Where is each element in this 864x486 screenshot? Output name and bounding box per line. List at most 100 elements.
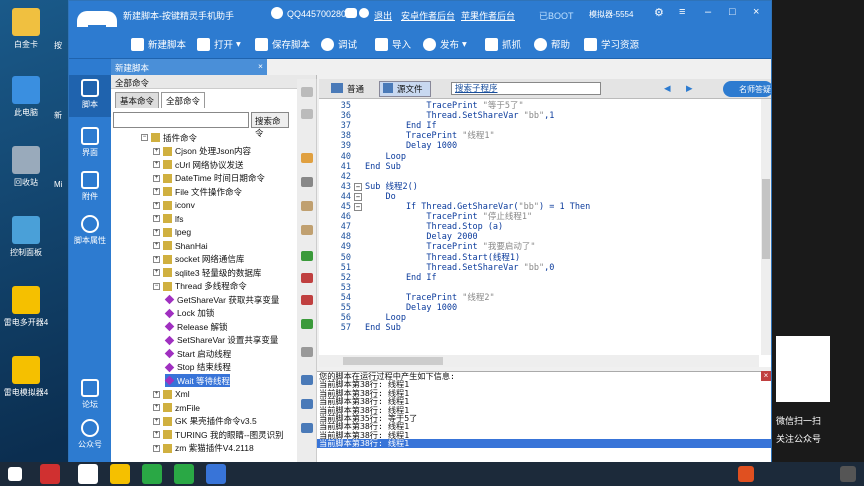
qq-number[interactable]: QQ445700280 bbox=[287, 9, 346, 19]
tree-node[interactable]: Release 解锁 bbox=[164, 320, 228, 333]
open-button[interactable]: 打开 ▾ bbox=[197, 35, 241, 53]
notification-icon[interactable] bbox=[840, 466, 856, 482]
arrow-up-icon[interactable] bbox=[301, 87, 313, 97]
indent-icon[interactable] bbox=[301, 295, 313, 305]
fold-toggle-icon[interactable]: − bbox=[354, 203, 362, 211]
desktop-icon-recycle-bin[interactable]: 回收站 bbox=[2, 142, 50, 204]
apple-author-backend-link[interactable]: 苹果作者后台 bbox=[461, 9, 515, 22]
arrow-right-icon[interactable]: ▶ bbox=[686, 83, 693, 94]
expand-toggle-icon[interactable]: − bbox=[153, 282, 160, 290]
anjian-icon[interactable] bbox=[206, 464, 226, 484]
tree-node[interactable]: + iconv bbox=[153, 199, 195, 212]
tree-node[interactable]: SetShareVar 设置共享变量 bbox=[164, 334, 278, 347]
tree-node[interactable]: GetShareVar 获取共享变量 bbox=[164, 293, 279, 306]
sidebar-item-ui[interactable]: 界面 bbox=[69, 123, 111, 165]
tree-node[interactable]: + cUrl 网络协议发送 bbox=[153, 158, 243, 171]
expand-toggle-icon[interactable]: + bbox=[153, 242, 160, 249]
desktop-icon-leidian-emulator[interactable]: 雷电模拟器4 bbox=[2, 352, 50, 414]
fold-toggle-icon[interactable]: − bbox=[354, 192, 362, 201]
expand-toggle-icon[interactable]: + bbox=[153, 444, 160, 452]
debug-button[interactable]: 调试 bbox=[321, 35, 357, 53]
expand-toggle-icon[interactable]: + bbox=[153, 174, 160, 182]
tree-node[interactable]: + zm 紫猫插件V4.2118 bbox=[153, 442, 254, 455]
tree-node[interactable]: + lfs bbox=[153, 212, 184, 225]
go-icon[interactable] bbox=[301, 375, 313, 385]
tool-icon[interactable] bbox=[301, 399, 313, 409]
arrow-left-icon[interactable]: ◀ bbox=[664, 83, 671, 94]
search-command-button[interactable]: 搜索命令 bbox=[251, 112, 289, 138]
menu-icon[interactable]: ≡ bbox=[679, 6, 685, 18]
sidebar-item-attachment[interactable]: 附件 bbox=[69, 167, 111, 209]
save-script-button[interactable]: 保存脚本 bbox=[255, 35, 310, 53]
green-app-icon[interactable] bbox=[174, 464, 194, 484]
fold-toggle-icon[interactable]: − bbox=[354, 182, 362, 191]
tree-node[interactable]: + TURING 我的眼睛--图灵识别 bbox=[153, 428, 284, 441]
maximize-icon[interactable]: □ bbox=[729, 6, 736, 18]
tree-node[interactable]: + sqlite3 轻量级的数据库 bbox=[153, 266, 261, 279]
sidebar-item-script[interactable]: 脚本 bbox=[69, 75, 111, 117]
expand-toggle-icon[interactable]: + bbox=[153, 269, 160, 276]
expand-toggle-icon[interactable]: + bbox=[153, 147, 160, 155]
tree-node[interactable]: + GK 果壳插件命令v3.5 bbox=[153, 415, 257, 428]
hand-icon[interactable] bbox=[301, 153, 313, 163]
output-close-icon[interactable]: × bbox=[761, 371, 771, 381]
expand-toggle-icon[interactable]: + bbox=[153, 188, 160, 195]
code-area[interactable]: 35 TracePrint "等于5了" 36 Thread.SetShareVa… bbox=[319, 99, 759, 355]
desktop-icon-this-pc[interactable]: 此电脑 bbox=[2, 72, 50, 134]
logout-link[interactable]: 退出 bbox=[374, 9, 392, 22]
copy-icon[interactable] bbox=[301, 201, 313, 211]
editor-vscroll[interactable] bbox=[761, 99, 771, 355]
tree-node[interactable]: + DateTime 时间日期命令 bbox=[153, 172, 265, 185]
refresh-icon[interactable] bbox=[301, 319, 313, 329]
expand-toggle-icon[interactable]: + bbox=[153, 228, 160, 236]
desktop-icon-leidian-multi[interactable]: 雷电多开器4 bbox=[2, 282, 50, 344]
expand-toggle-icon[interactable]: + bbox=[153, 404, 160, 411]
close-tab-icon[interactable]: × bbox=[258, 61, 263, 71]
tree-node[interactable]: Stop 结束线程 bbox=[164, 361, 231, 374]
expand-toggle-icon[interactable]: + bbox=[153, 161, 160, 168]
learning-resources-button[interactable]: 学习资源 bbox=[584, 35, 639, 53]
camtasia-icon[interactable] bbox=[142, 464, 162, 484]
minimize-icon[interactable]: – bbox=[705, 6, 711, 18]
app-icon[interactable] bbox=[78, 464, 98, 484]
desktop-icon-baijinka[interactable]: 白金卡 bbox=[2, 4, 50, 66]
editor-hscroll[interactable] bbox=[319, 355, 759, 367]
tab-source[interactable]: 源文件 bbox=[397, 83, 423, 95]
close-icon[interactable]: × bbox=[753, 6, 759, 18]
simulator-select[interactable]: 模拟器-5554 bbox=[589, 9, 633, 20]
expand-toggle-icon[interactable]: + bbox=[153, 201, 160, 209]
doc-tab[interactable]: 新建脚本 × bbox=[111, 59, 267, 75]
tab-normal[interactable]: 普通 bbox=[347, 83, 364, 95]
expand-toggle-icon[interactable]: + bbox=[153, 215, 160, 222]
tree-node[interactable]: + ShanHai bbox=[153, 239, 208, 252]
sidebar-item-account[interactable]: 公众号 bbox=[69, 415, 111, 457]
expand-toggle-icon[interactable]: + bbox=[153, 390, 160, 398]
new-script-button[interactable]: 新建脚本 bbox=[131, 35, 186, 53]
expand-toggle-icon[interactable]: + bbox=[153, 255, 160, 263]
tab-basic-commands[interactable]: 基本命令 bbox=[115, 92, 160, 108]
skin-icon[interactable]: ⚙ bbox=[654, 6, 664, 19]
subroutine-dropdown[interactable]: 搜索子程序 bbox=[451, 82, 601, 95]
tree-node[interactable]: + lpeg bbox=[153, 226, 191, 239]
leidian-icon[interactable] bbox=[110, 464, 130, 484]
tree-node[interactable]: + socket 网络通信库 bbox=[153, 253, 244, 266]
expand-toggle-icon[interactable]: + bbox=[153, 417, 160, 425]
android-author-backend-link[interactable]: 安卓作者后台 bbox=[401, 9, 455, 22]
import-button[interactable]: 导入 bbox=[375, 35, 411, 53]
tree-node[interactable]: − Thread 多线程命令 bbox=[153, 280, 247, 293]
tree-node[interactable]: Start 启动线程 bbox=[164, 347, 231, 360]
paste-icon[interactable] bbox=[301, 225, 313, 235]
wps-icon[interactable] bbox=[40, 464, 60, 484]
tree-node[interactable]: Wait 等待线程 bbox=[164, 374, 231, 387]
arrow-down-icon[interactable] bbox=[301, 109, 313, 119]
comment-icon[interactable] bbox=[301, 251, 313, 261]
help-button[interactable]: 帮助 bbox=[534, 35, 570, 53]
sidebar-item-forum[interactable]: 论坛 bbox=[69, 375, 111, 417]
sidebar-item-properties[interactable]: 脚本属性 bbox=[69, 211, 111, 253]
command-search-input[interactable] bbox=[113, 112, 249, 128]
tree-node[interactable]: + Cjson 处理Json内容 bbox=[153, 145, 251, 158]
tool-icon[interactable] bbox=[301, 423, 313, 433]
capture-button[interactable]: 抓抓 bbox=[485, 35, 521, 53]
pointer-icon[interactable] bbox=[301, 177, 313, 187]
tree-node[interactable]: + File 文件操作命令 bbox=[153, 185, 242, 198]
